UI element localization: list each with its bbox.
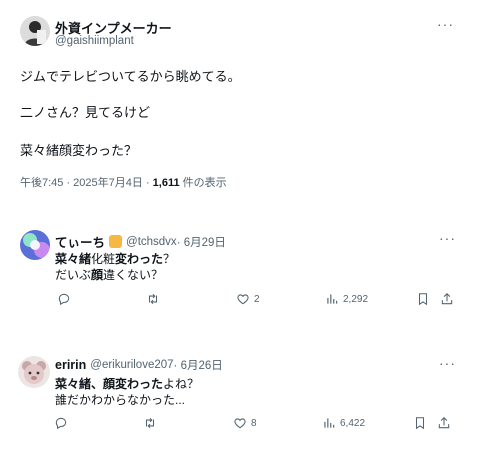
reply-header: てぃーち @tchsdvx · 6月29日	[55, 232, 226, 251]
post-views-label: 件の表示	[179, 177, 227, 189]
reply-text: だいぶ	[55, 268, 92, 282]
reply-more-button[interactable]: ···	[439, 355, 456, 371]
views-button[interactable]: 6,422	[322, 416, 365, 430]
post-text-line-2: 二ノさん？見てるけど	[20, 105, 151, 120]
post-text-line-1: ジムでテレビついてるから眺めてる。	[20, 69, 241, 84]
author-handle[interactable]: @gaishiimplant	[55, 35, 134, 47]
reply-text-bold: 顔	[91, 268, 104, 282]
repost-icon	[148, 293, 158, 305]
repost-button[interactable]	[143, 416, 157, 430]
like-count: 8	[251, 417, 257, 429]
bookmark-button[interactable]	[416, 292, 430, 306]
more-icon: ···	[437, 16, 454, 32]
share-icon	[441, 293, 453, 305]
heart-icon	[237, 294, 249, 305]
post-meta: 午後7:45 · 2025年7月4日 · 1,611 件の表示	[20, 174, 227, 190]
reply-text-line-1: 菜々緒化粧変わった？	[55, 250, 175, 267]
reply-text: ？	[163, 252, 176, 266]
more-icon: ···	[439, 230, 456, 246]
bookmark-button[interactable]	[413, 416, 427, 430]
more-icon: ···	[439, 355, 456, 371]
bookmark-icon	[415, 417, 425, 430]
reply-text-line-2: 誰だかわからなかった...	[55, 393, 186, 407]
reply-text-line-2: だいぶ顔違くない？	[55, 266, 163, 283]
repost-icon	[145, 417, 155, 429]
reply-author-name[interactable]: eririn	[55, 358, 86, 372]
reply-icon	[55, 417, 67, 430]
reply-button[interactable]	[57, 292, 71, 306]
views-button[interactable]: 2,292	[325, 292, 368, 306]
reply-header: eririn @erikurilove207 · 6月26日	[55, 357, 223, 373]
views-chart-icon	[327, 294, 338, 304]
like-button[interactable]: 8	[233, 416, 257, 430]
post-timestamp[interactable]: 午後7:45 · 2025年7月4日 ·	[20, 177, 153, 189]
share-button[interactable]	[440, 292, 454, 306]
reply-date[interactable]: · 6月26日	[174, 357, 223, 373]
author-avatar[interactable]	[20, 16, 50, 46]
reply-text: よね？	[163, 377, 200, 391]
more-options-button[interactable]: ···	[437, 16, 454, 32]
share-button[interactable]	[437, 416, 451, 430]
reply-icon	[58, 293, 70, 306]
post-views-count: 1,611	[152, 177, 180, 189]
views-chart-icon	[324, 418, 335, 428]
repost-button[interactable]	[146, 292, 160, 306]
share-icon	[438, 417, 450, 429]
like-count: 2	[254, 293, 260, 305]
reply-button[interactable]	[54, 416, 68, 430]
like-button[interactable]: 2	[236, 292, 260, 306]
reply-author-handle[interactable]: @tchsdvx	[126, 236, 177, 248]
reply-text-bold: 変わった	[115, 252, 164, 266]
views-count: 2,292	[343, 293, 369, 305]
hand-emoji-icon	[109, 235, 123, 248]
reply-author-handle[interactable]: @erikurilove207	[90, 359, 173, 371]
reply-text-bold: 菜々緒	[55, 252, 92, 266]
reply-avatar[interactable]	[20, 230, 50, 260]
bookmark-icon	[418, 293, 428, 306]
reply-author-name[interactable]: てぃーち	[55, 232, 105, 251]
views-count: 6,422	[340, 417, 366, 429]
reply-avatar[interactable]	[18, 356, 50, 388]
reply-more-button[interactable]: ···	[439, 230, 456, 246]
post-text-line-3: 菜々緒顔変わった？	[20, 143, 138, 158]
reply-date[interactable]: · 6月29日	[177, 234, 226, 250]
reply-text: 違くない？	[103, 268, 164, 282]
heart-icon	[234, 418, 246, 429]
reply-text-bold: 菜々緒、顔変わった	[55, 377, 164, 391]
reply-text-line-1: 菜々緒、顔変わったよね？	[55, 375, 199, 392]
reply-text: 化粧	[91, 252, 116, 266]
